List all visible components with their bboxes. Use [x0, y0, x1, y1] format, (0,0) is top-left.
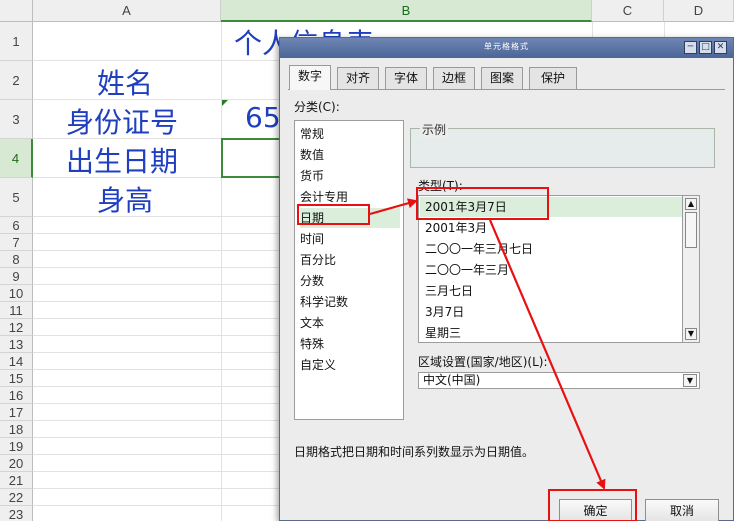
- column-header-d[interactable]: D: [664, 0, 734, 22]
- type-item[interactable]: 星期三: [425, 323, 461, 343]
- format-description: 日期格式把日期和时间系列数显示为日期值。: [294, 445, 535, 459]
- select-all-corner[interactable]: [0, 0, 33, 22]
- category-item[interactable]: 分数: [300, 271, 400, 291]
- chevron-down-icon[interactable]: ▼: [683, 374, 697, 387]
- tab-font[interactable]: 字体: [385, 67, 427, 89]
- row-header[interactable]: 20: [0, 455, 33, 472]
- row-header[interactable]: 10: [0, 285, 33, 302]
- row-header[interactable]: 22: [0, 489, 33, 506]
- maximize-icon[interactable]: □: [699, 41, 712, 54]
- category-item[interactable]: 特殊: [300, 334, 400, 354]
- category-label: 分类(C):: [294, 100, 340, 114]
- type-item[interactable]: 二〇〇一年三月七日: [425, 239, 533, 259]
- row-header[interactable]: 17: [0, 404, 33, 421]
- category-item[interactable]: 文本: [300, 313, 400, 333]
- cell-id-value[interactable]: 65: [245, 101, 281, 134]
- row-header[interactable]: 8: [0, 251, 33, 268]
- row-header[interactable]: 18: [0, 421, 33, 438]
- row-header[interactable]: 4: [0, 139, 33, 178]
- tab-border[interactable]: 边框: [433, 67, 475, 89]
- type-item[interactable]: 3月7日: [425, 302, 464, 322]
- row-header[interactable]: 14: [0, 353, 33, 370]
- cell-birth-label[interactable]: 出生日期: [66, 140, 178, 180]
- category-item[interactable]: 货币: [300, 166, 400, 186]
- cell-name-label[interactable]: 姓名: [97, 62, 153, 102]
- annotation-box-category: [297, 204, 370, 225]
- row-header[interactable]: 23: [0, 506, 33, 521]
- category-item[interactable]: 时间: [300, 229, 400, 249]
- row-header[interactable]: 12: [0, 319, 33, 336]
- type-item[interactable]: 二〇〇一年三月: [425, 260, 509, 280]
- selected-cell-b4[interactable]: [221, 138, 281, 178]
- type-list-scrollbar[interactable]: ▲ ▼: [682, 195, 700, 343]
- annotation-box-type: [416, 187, 549, 220]
- row-header[interactable]: 19: [0, 438, 33, 455]
- row-header[interactable]: 6: [0, 217, 33, 234]
- category-item[interactable]: 自定义: [300, 355, 400, 375]
- row-header[interactable]: 5: [0, 178, 33, 217]
- scroll-up-icon[interactable]: ▲: [685, 198, 697, 210]
- row-header[interactable]: 9: [0, 268, 33, 285]
- category-item[interactable]: 常规: [300, 124, 400, 144]
- row-header[interactable]: 16: [0, 387, 33, 404]
- annotation-box-ok: [548, 489, 637, 521]
- type-item[interactable]: 三月七日: [425, 281, 473, 301]
- tab-pattern[interactable]: 图案: [481, 67, 523, 89]
- type-item[interactable]: 2001年3月: [425, 218, 487, 238]
- row-header[interactable]: 13: [0, 336, 33, 353]
- category-item[interactable]: 数值: [300, 145, 400, 165]
- close-icon[interactable]: ✕: [714, 41, 727, 54]
- row-header[interactable]: 7: [0, 234, 33, 251]
- scroll-down-icon[interactable]: ▼: [685, 328, 697, 340]
- row-header[interactable]: 21: [0, 472, 33, 489]
- category-item[interactable]: 百分比: [300, 250, 400, 270]
- column-header-a[interactable]: A: [33, 0, 221, 22]
- tab-alignment[interactable]: 对齐: [337, 67, 379, 89]
- locale-label: 区域设置(国家/地区)(L):: [418, 355, 548, 369]
- row-header[interactable]: 15: [0, 370, 33, 387]
- column-header-b[interactable]: B: [221, 0, 592, 22]
- cell-id-label[interactable]: 身份证号: [66, 101, 178, 141]
- category-item[interactable]: 科学记数: [300, 292, 400, 312]
- row-header[interactable]: 3: [0, 100, 33, 139]
- tab-number[interactable]: 数字: [289, 65, 331, 90]
- grid-column-line: [221, 22, 222, 521]
- cell-height-label[interactable]: 身高: [97, 179, 153, 219]
- dialog-titlebar[interactable]: 单元格格式 ─ □ ✕: [280, 38, 733, 58]
- dialog-title: 单元格格式: [484, 42, 529, 51]
- scroll-thumb[interactable]: [685, 212, 697, 248]
- row-header[interactable]: 2: [0, 61, 33, 100]
- sample-label: 示例: [420, 121, 449, 138]
- sample-box: [410, 128, 715, 168]
- locale-select[interactable]: 中文(中国): [418, 372, 700, 389]
- category-list[interactable]: 常规 数值 货币 会计专用 日期 时间 百分比 分数 科学记数 文本 特殊 自定义: [294, 120, 404, 420]
- tab-protection[interactable]: 保护: [529, 67, 577, 89]
- cancel-button[interactable]: 取消: [645, 499, 719, 521]
- row-header[interactable]: 1: [0, 22, 33, 61]
- format-cells-dialog: 单元格格式 ─ □ ✕ 数字 对齐 字体 边框 图案 保护 分类(C): 常规数…: [279, 37, 734, 521]
- column-header-c[interactable]: C: [592, 0, 664, 22]
- cell-comment-marker: [222, 100, 228, 106]
- minimize-icon[interactable]: ─: [684, 41, 697, 54]
- row-header[interactable]: 11: [0, 302, 33, 319]
